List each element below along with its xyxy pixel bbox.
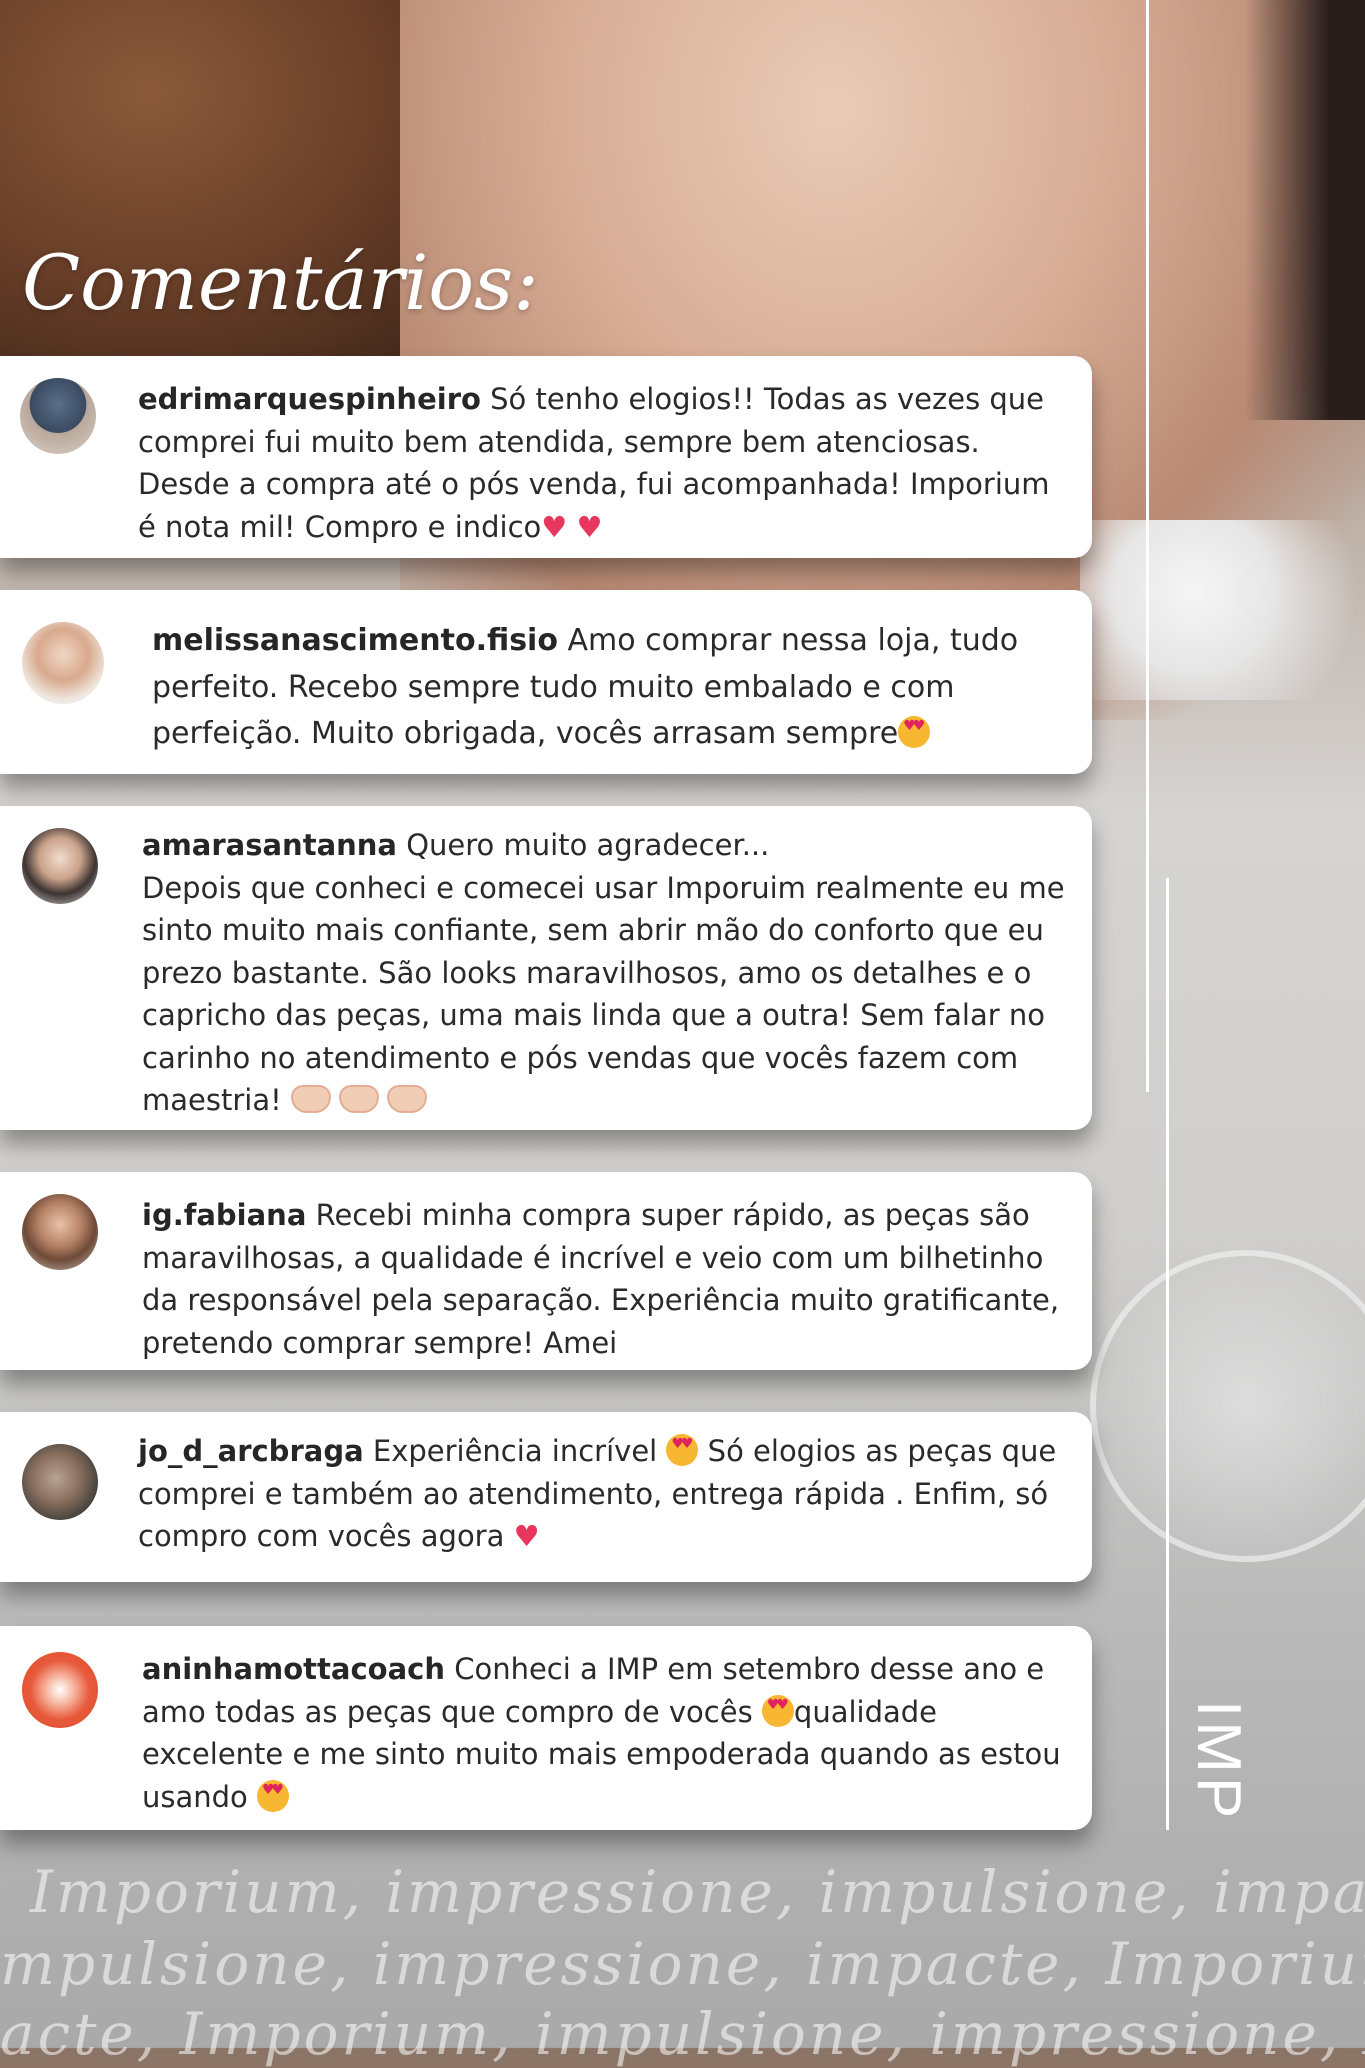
tagline-row: Imporium, impressione, impulsione, impac: [30, 1858, 1365, 1926]
comment-card: amarasantanna Quero muito agradecer... D…: [0, 806, 1092, 1130]
heart-icon: ♥: [513, 1519, 540, 1553]
comment-line: Recebi minha compra super rápido, as peç…: [306, 1198, 1030, 1232]
comment-card: ig.fabiana Recebi minha compra super ráp…: [0, 1172, 1092, 1370]
comment-line: Só tenho elogios!! Todas as vezes que: [480, 382, 1045, 416]
comment-text: amarasantanna Quero muito agradecer... D…: [142, 824, 1082, 1122]
background-hair-right: [1245, 0, 1365, 420]
heart-icon: ♥: [541, 509, 568, 544]
heart-eyes-icon: [666, 1434, 699, 1466]
heart-eyes-icon: [257, 1779, 290, 1812]
comment-line: amo todas as peças que compro de vocês: [142, 1694, 753, 1729]
comment-line: comprei e também ao atendimento, entrega…: [138, 1476, 1049, 1511]
comment-line: prezo bastante. São looks maravilhosos, …: [142, 955, 1032, 990]
comment-text: edrimarquespinheiro Só tenho elogios!! T…: [138, 378, 1078, 548]
heart-eyes-icon: [761, 1694, 794, 1727]
comment-line: da responsável pela separação. Experiênc…: [142, 1283, 1060, 1317]
comment-username[interactable]: amarasantanna: [142, 828, 397, 862]
heart-hands-icon: [386, 1085, 427, 1113]
comment-line: Desde a compra até o pós venda, fui acom…: [138, 467, 1050, 501]
avatar[interactable]: [22, 622, 104, 704]
comment-username[interactable]: aninhamottacoach: [142, 1652, 445, 1686]
comment-line: perfeição. Muito obrigada, vocês arrasam…: [152, 716, 899, 751]
avatar[interactable]: [20, 378, 96, 454]
tagline-row: mpulsione, impressione, impacte, Imporiu…: [0, 1930, 1365, 1998]
brand-logo: IMP: [1184, 1700, 1253, 1823]
comment-line: capricho das peças, uma mais linda que a…: [142, 998, 1045, 1032]
comment-card: aninhamottacoach Conheci a IMP em setemb…: [0, 1626, 1092, 1830]
comment-username[interactable]: ig.fabiana: [142, 1198, 306, 1232]
background-lace: [1080, 520, 1365, 700]
comment-card: jo_d_arcbraga Experiência incrível Só el…: [0, 1412, 1092, 1582]
heart-eyes-icon: [898, 716, 931, 748]
comment-card: melissanascimento.fisio Amo comprar ness…: [0, 590, 1092, 774]
avatar[interactable]: [22, 1652, 98, 1728]
comment-card: edrimarquespinheiro Só tenho elogios!! T…: [0, 356, 1092, 558]
comment-line: Experiência incrível: [363, 1434, 658, 1468]
comment-text: ig.fabiana Recebi minha compra super ráp…: [142, 1194, 1082, 1364]
comment-line: compro com vocês agora: [138, 1519, 505, 1553]
comment-line: usando: [142, 1779, 248, 1814]
comment-username[interactable]: edrimarquespinheiro: [138, 382, 481, 416]
comment-text: melissanascimento.fisio Amo comprar ness…: [152, 618, 1072, 758]
comment-line: Só elogios as peças que: [698, 1434, 1057, 1468]
heart-icon: ♥: [576, 509, 603, 544]
comment-line: carinho no atendimento e pós vendas que …: [142, 1040, 1019, 1075]
comment-line: perfeito. Recebo sempre tudo muito embal…: [152, 669, 955, 705]
tagline-row: acte, Imporium, impulsione, impressione,…: [0, 2000, 1365, 2068]
comment-line: Depois que conheci e comecei usar Imporu…: [142, 870, 1065, 905]
comment-username[interactable]: melissanascimento.fisio: [152, 623, 558, 658]
comment-line: Conheci a IMP em setembro desse ano e: [444, 1652, 1045, 1686]
background-embroidery: [1090, 1250, 1365, 1562]
page-title: Comentários:: [22, 238, 539, 327]
comment-line: sinto muito mais confiante, sem abrir mã…: [142, 913, 1044, 947]
comment-line: maravilhosas, a qualidade é incrível e v…: [142, 1240, 1044, 1275]
comment-line: comprei fui muito bem atendida, sempre b…: [138, 424, 980, 459]
avatar[interactable]: [22, 828, 98, 904]
avatar[interactable]: [22, 1194, 98, 1270]
comment-line: qualidade: [793, 1694, 938, 1729]
heart-hands-icon: [338, 1085, 379, 1113]
comment-line: Amo comprar nessa loja, tudo: [557, 623, 1019, 658]
comment-text: jo_d_arcbraga Experiência incrível Só el…: [138, 1430, 1078, 1558]
comment-line: Quero muito agradecer...: [397, 828, 770, 862]
comment-line: excelente e me sinto muito mais empodera…: [142, 1737, 1061, 1771]
comment-username[interactable]: jo_d_arcbraga: [138, 1434, 364, 1468]
comment-line: maestria!: [142, 1083, 282, 1117]
comment-line: é nota mil! Compro e indico: [138, 509, 542, 544]
heart-hands-icon: [290, 1085, 331, 1113]
comment-text: aninhamottacoach Conheci a IMP em setemb…: [142, 1648, 1082, 1818]
divider-line: [1166, 878, 1169, 1830]
avatar[interactable]: [22, 1444, 98, 1520]
comment-line: pretendo comprar sempre! Amei: [142, 1325, 618, 1360]
divider-line: [1146, 0, 1149, 1092]
